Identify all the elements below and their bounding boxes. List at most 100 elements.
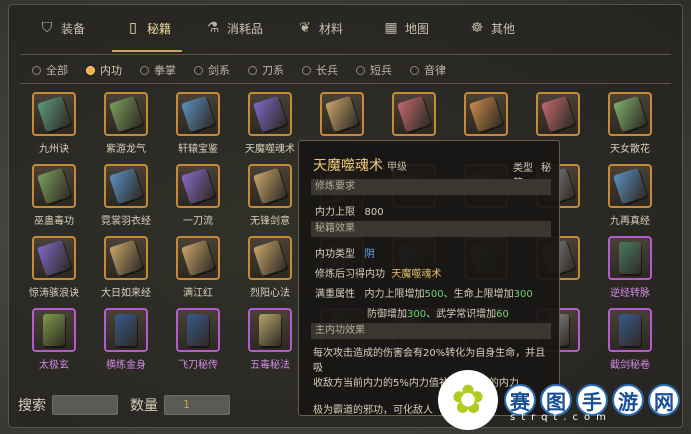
attr1-c: 、生命上限增加 xyxy=(443,289,514,300)
attr-label: 满重属性 xyxy=(315,289,355,300)
item-slot[interactable] xyxy=(608,92,652,136)
filter-label: 音律 xyxy=(424,64,446,77)
filter-3[interactable]: 剑系 xyxy=(194,62,230,78)
book-icon xyxy=(259,314,281,346)
book-icon xyxy=(109,167,143,205)
book-icon xyxy=(37,167,71,205)
tab-4[interactable]: ▦ 地图 xyxy=(362,8,448,48)
item-slot[interactable] xyxy=(608,164,652,208)
item-slot[interactable] xyxy=(608,236,652,280)
filter-label: 内功 xyxy=(100,64,122,77)
item-slot[interactable] xyxy=(104,164,148,208)
radio-dot-icon xyxy=(356,65,365,75)
radio-dot-icon xyxy=(302,65,311,75)
filter-6[interactable]: 短兵 xyxy=(356,62,392,78)
tab-2[interactable]: ⚗ 消耗品 xyxy=(190,8,276,48)
book-icon xyxy=(253,167,287,205)
armor-icon: ⛉ xyxy=(41,20,53,36)
butterfly-icon: ✿ xyxy=(438,370,498,430)
req-label: 内力上限 xyxy=(315,207,355,218)
tab-label: 其他 xyxy=(490,21,515,36)
req-value: 800 xyxy=(364,207,384,218)
book-icon xyxy=(613,167,647,205)
item-slot[interactable] xyxy=(176,164,220,208)
category-tabs: ⛉ 装备 ▯ 秘籍 ⚗ 消耗品 ❦ 材料 ▦ 地图 ☸ 其他 xyxy=(18,8,668,52)
item-slot[interactable] xyxy=(248,164,292,208)
main-header: 主内功效果 xyxy=(311,323,551,339)
tooltip-name: 天魔噬魂术 xyxy=(313,158,383,174)
watermark-sub: strqt.com xyxy=(510,412,612,423)
filter-5[interactable]: 长兵 xyxy=(302,62,338,78)
item-slot[interactable] xyxy=(392,92,436,136)
item-slot[interactable] xyxy=(176,236,220,280)
radio-dot-icon xyxy=(410,65,419,75)
tooltip-title: 天魔噬魂术 甲级 xyxy=(313,155,407,175)
book-icon xyxy=(253,95,287,133)
tab-5[interactable]: ☸ 其他 xyxy=(448,8,534,48)
filter-1[interactable]: 内功 xyxy=(86,62,122,78)
book-icon xyxy=(181,95,215,133)
book-icon xyxy=(181,239,215,277)
book-icon xyxy=(541,95,575,133)
book-icon: ▯ xyxy=(129,20,137,36)
item-slot[interactable] xyxy=(536,92,580,136)
search-input[interactable] xyxy=(52,395,118,415)
item-name: 飞刀秘传 xyxy=(178,360,218,371)
tab-0[interactable]: ⛉ 装备 xyxy=(18,8,104,48)
kind-row: 内功类型 阴 xyxy=(315,245,375,260)
item-name: 天女散花 xyxy=(610,144,650,155)
book-icon xyxy=(181,167,215,205)
quantity-input[interactable]: 1 xyxy=(164,395,230,415)
herb-icon: ❦ xyxy=(299,20,311,36)
item-slot[interactable] xyxy=(32,236,76,280)
tab-3[interactable]: ❦ 材料 xyxy=(276,8,362,48)
item-slot[interactable] xyxy=(104,236,148,280)
req-row: 内力上限 800 xyxy=(315,203,384,218)
item-slot[interactable] xyxy=(104,308,148,352)
misc-icon: ☸ xyxy=(470,20,484,36)
filter-label: 长兵 xyxy=(316,64,338,77)
item-slot[interactable] xyxy=(248,92,292,136)
item-slot[interactable] xyxy=(464,92,508,136)
quantity-label: 数量 xyxy=(130,398,158,414)
tab-1[interactable]: ▯ 秘籍 xyxy=(104,8,190,52)
watermark-logo: ✿ 赛图手游网 strqt.com xyxy=(438,368,688,432)
attr2-d: 60 xyxy=(496,309,509,320)
item-name: 紫游龙气 xyxy=(106,144,146,155)
tooltip-grade: 甲级 xyxy=(387,162,407,173)
item-slot[interactable] xyxy=(176,308,220,352)
attr-row-2: 防御增加300、武学常识增加60 xyxy=(367,305,509,320)
filter-label: 短兵 xyxy=(370,64,392,77)
item-name: 惊涛骇浪诀 xyxy=(29,288,79,299)
item-name: 无锋剑意 xyxy=(250,216,290,227)
filter-label: 刀系 xyxy=(262,64,284,77)
item-slot[interactable] xyxy=(32,164,76,208)
book-icon xyxy=(115,314,137,346)
item-name: 太极玄 xyxy=(39,360,69,371)
kind-value: 阴 xyxy=(364,249,375,260)
watermark-char: 网 xyxy=(648,384,680,416)
tab-label: 材料 xyxy=(318,21,343,36)
tab-label: 消耗品 xyxy=(226,21,263,36)
filter-2[interactable]: 拳掌 xyxy=(140,62,176,78)
radio-dot-icon xyxy=(194,65,203,75)
attr2-b: 300 xyxy=(407,309,427,320)
filter-4[interactable]: 刀系 xyxy=(248,62,284,78)
filter-7[interactable]: 音律 xyxy=(410,62,446,78)
radio-dot-icon xyxy=(86,65,95,75)
book-icon xyxy=(43,314,65,346)
filter-0[interactable]: 全部 xyxy=(32,62,68,78)
tab-label: 秘籍 xyxy=(146,21,171,36)
item-slot[interactable] xyxy=(248,236,292,280)
item-name: 大日如来经 xyxy=(101,288,151,299)
item-slot[interactable] xyxy=(32,308,76,352)
item-name: 满江红 xyxy=(183,288,213,299)
item-slot[interactable] xyxy=(32,92,76,136)
item-slot[interactable] xyxy=(320,92,364,136)
item-slot[interactable] xyxy=(608,308,652,352)
item-name: 横练金身 xyxy=(106,360,146,371)
item-slot[interactable] xyxy=(248,308,292,352)
item-slot[interactable] xyxy=(104,92,148,136)
item-slot[interactable] xyxy=(176,92,220,136)
book-icon xyxy=(397,95,431,133)
